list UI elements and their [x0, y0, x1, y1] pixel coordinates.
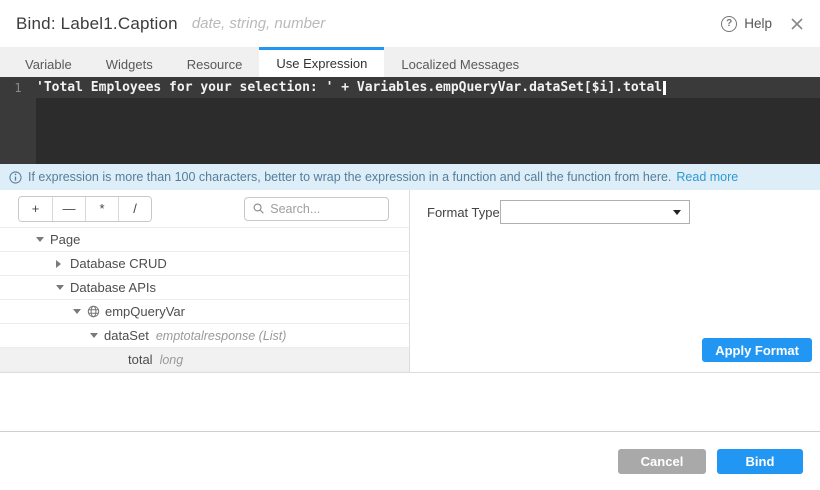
divide-operator-button[interactable]: /	[118, 196, 151, 221]
tree-search-box[interactable]	[244, 196, 389, 221]
search-icon	[253, 203, 264, 214]
tab-use-expression[interactable]: Use Expression	[259, 47, 385, 77]
page-title: Bind: Label1.Caption	[16, 13, 178, 33]
format-type-label: Format Type	[427, 204, 500, 220]
tab-resource[interactable]: Resource	[170, 47, 260, 77]
close-icon[interactable]	[790, 17, 804, 31]
tree-node-label: dataSet	[104, 328, 149, 343]
variable-tree-panel: + — * / Page Database CRUD	[0, 190, 410, 372]
tab-widgets[interactable]: Widgets	[89, 47, 170, 77]
help-icon[interactable]: ?	[721, 15, 738, 32]
minus-operator-button[interactable]: —	[52, 196, 85, 221]
operator-button-group: + — * /	[18, 195, 152, 222]
editor-body	[0, 98, 820, 164]
format-panel: Format Type Apply Format	[410, 190, 820, 372]
format-type-row: Format Type	[427, 200, 820, 224]
caret-down-icon[interactable]	[36, 237, 50, 242]
tab-bar: Variable Widgets Resource Use Expression…	[0, 47, 820, 77]
caret-down-icon[interactable]	[56, 285, 70, 290]
cancel-button[interactable]: Cancel	[618, 449, 706, 474]
info-message: If expression is more than 100 character…	[28, 170, 672, 184]
bind-button[interactable]: Bind	[717, 449, 803, 474]
tree-node-dataset[interactable]: dataSet emptotalresponse (List)	[0, 324, 409, 348]
bind-dialog: Bind: Label1.Caption date, string, numbe…	[0, 0, 820, 490]
dialog-header: Bind: Label1.Caption date, string, numbe…	[0, 0, 820, 47]
tree-node-label: Database APIs	[70, 280, 156, 295]
tree-node-label: Database CRUD	[70, 256, 167, 271]
search-input[interactable]	[270, 201, 380, 216]
tree-node-label: Page	[50, 232, 81, 247]
tree-node-label: total	[128, 352, 153, 367]
expression-toolbar: + — * /	[0, 190, 409, 228]
tree-node-page[interactable]: Page	[0, 228, 409, 252]
editor-gutter	[0, 98, 36, 164]
format-type-select[interactable]	[500, 200, 690, 224]
caret-down-icon[interactable]	[90, 333, 104, 338]
accepted-types-hint: date, string, number	[191, 15, 326, 32]
line-number: 1	[14, 80, 22, 95]
tree-node-label: empQueryVar	[105, 304, 185, 319]
apply-format-button[interactable]: Apply Format	[702, 338, 812, 362]
multiply-operator-button[interactable]: *	[85, 196, 118, 221]
text-cursor	[663, 80, 667, 95]
tree-node-type: long	[159, 352, 184, 367]
header-actions: ? Help	[721, 15, 804, 32]
tab-variable[interactable]: Variable	[8, 47, 89, 77]
variable-tree: Page Database CRUD Database APIs empQuer…	[0, 228, 409, 372]
spacer	[0, 373, 820, 431]
editor-empty-area[interactable]	[36, 98, 820, 164]
caret-down-icon[interactable]	[73, 309, 87, 314]
tree-node-database-crud[interactable]: Database CRUD	[0, 252, 409, 276]
tree-node-total[interactable]: total long	[0, 348, 409, 372]
info-icon	[9, 170, 22, 184]
expression-code[interactable]: 'Total Employees for your selection: ' +…	[36, 80, 662, 95]
tab-localized-messages[interactable]: Localized Messages	[384, 47, 536, 77]
expression-info-bar: If expression is more than 100 character…	[0, 164, 820, 190]
tree-node-type: emptotalresponse (List)	[155, 328, 287, 343]
read-more-link[interactable]: Read more	[676, 170, 738, 184]
expression-editor[interactable]: 1 'Total Employees for your selection: '…	[0, 77, 820, 164]
main-area: + — * / Page Database CRUD	[0, 190, 820, 373]
dialog-footer: Cancel Bind	[0, 431, 820, 490]
help-link[interactable]: Help	[744, 16, 772, 31]
chevron-down-icon	[673, 209, 681, 215]
plus-operator-button[interactable]: +	[19, 196, 52, 221]
tree-node-empqueryvar[interactable]: empQueryVar	[0, 300, 409, 324]
service-variable-icon	[87, 305, 100, 318]
editor-active-line[interactable]: 1 'Total Employees for your selection: '…	[0, 77, 820, 98]
caret-right-icon[interactable]	[56, 259, 70, 268]
tree-node-database-apis[interactable]: Database APIs	[0, 276, 409, 300]
